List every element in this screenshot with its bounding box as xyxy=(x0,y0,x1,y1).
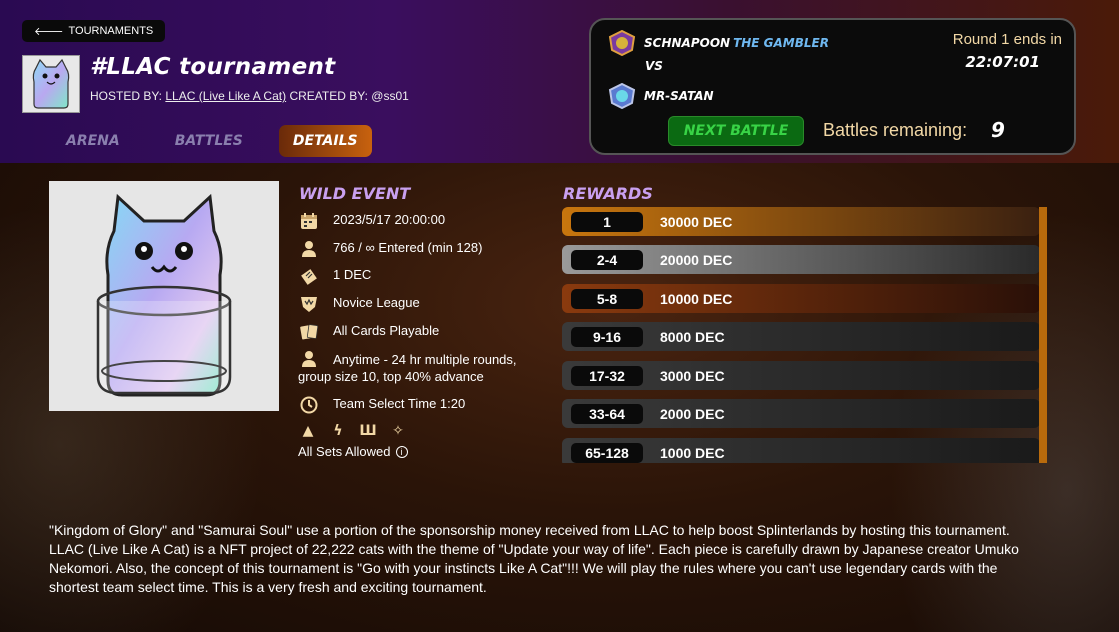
arrow-left-icon: 🡐 xyxy=(34,26,64,38)
tab-bar: ARENA BATTLES DETAILS xyxy=(47,125,389,157)
reward-amount: 10000 DEC xyxy=(660,290,733,307)
rewards-list: 1 30000 DEC 2-4 20000 DEC 5-8 10000 DEC … xyxy=(562,207,1048,463)
cards-icon xyxy=(299,323,319,341)
rewards-heading: REWARDS xyxy=(563,184,653,203)
reward-rank: 33-64 xyxy=(571,403,643,424)
team-select-text: Team Select Time 1:20 xyxy=(333,396,466,411)
host-link[interactable]: LLAC (Live Like A Cat) xyxy=(165,89,286,103)
alpha-set-icon: ▲ xyxy=(302,423,314,439)
reward-amount: 1000 DEC xyxy=(660,444,725,461)
beta-set-icon: ϟ xyxy=(333,423,343,439)
reward-amount: 3000 DEC xyxy=(660,367,725,384)
tournament-description: "Kingdom of Glory" and "Samurai Soul" us… xyxy=(49,522,1019,595)
player2-avatar-icon xyxy=(608,83,636,109)
reward-rank: 1 xyxy=(571,211,643,232)
person-icon xyxy=(299,240,319,258)
page-title: #LLAC tournament xyxy=(90,54,336,80)
round-timer: 22:07:01 xyxy=(965,53,1040,71)
reward-rank: 65-128 xyxy=(571,442,643,463)
reward-row: 9-16 8000 DEC xyxy=(562,322,1040,351)
tab-arena[interactable]: ARENA xyxy=(47,125,139,157)
battles-remaining-label: Battles remaining: xyxy=(823,120,968,140)
reward-row: 1 30000 DEC xyxy=(562,207,1040,236)
untamed-set-icon: Ш xyxy=(359,423,377,439)
reward-rank: 9-16 xyxy=(571,326,643,347)
details-heading: WILD EVENT xyxy=(299,184,411,203)
reward-rank: 5-8 xyxy=(571,288,643,309)
player1-name: SCHNAPOON xyxy=(644,36,731,50)
detail-team-select: Team Select Time 1:20 xyxy=(299,396,465,414)
format-text-line1: Anytime - 24 hr multiple rounds, xyxy=(333,352,517,367)
tournament-poster xyxy=(49,181,279,411)
cat-in-jar-image xyxy=(96,193,232,397)
reward-amount: 8000 DEC xyxy=(660,328,725,345)
created-by-label: CREATED BY: xyxy=(289,89,368,103)
sets-allowed: All Sets Allowed i xyxy=(298,444,408,459)
detail-league: Novice League xyxy=(299,295,420,313)
detail-entries: 766 / ∞ Entered (min 128) xyxy=(299,240,482,258)
league-badge-icon xyxy=(299,295,319,313)
round-status: Round 1 ends in xyxy=(952,31,1062,48)
creator-name: @ss01 xyxy=(371,89,409,103)
hosted-by-line: HOSTED BY: LLAC (Live Like A Cat) CREATE… xyxy=(90,89,409,103)
battles-remaining-count: 9 xyxy=(991,118,1005,142)
tab-details[interactable]: DETAILS xyxy=(278,125,372,157)
format-person-icon xyxy=(299,350,319,368)
sets-allowed-text: All Sets Allowed xyxy=(298,444,391,459)
detail-format-line2: group size 10, top 40% advance xyxy=(298,369,484,384)
back-label: TOURNAMENTS xyxy=(68,25,154,37)
entries-text: 766 / ∞ Entered (min 128) xyxy=(333,240,483,255)
hosted-by-label: HOSTED BY: xyxy=(90,89,163,103)
reward-rank: 17-32 xyxy=(571,365,643,386)
next-battle-button[interactable]: NEXT BATTLE xyxy=(668,116,804,146)
vs-label: VS xyxy=(645,59,663,73)
reward-amount: 20000 DEC xyxy=(660,251,733,268)
reward-row: 65-128 1000 DEC xyxy=(562,438,1040,463)
format-text-line2: group size 10, top 40% advance xyxy=(298,369,484,384)
detail-entry-fee: 1 DEC xyxy=(299,267,371,285)
player1-title: THE GAMBLER xyxy=(733,36,829,50)
tab-battles[interactable]: BATTLES xyxy=(156,125,262,157)
reward-rank: 2-4 xyxy=(571,249,643,270)
battle-panel: SCHNAPOON THE GAMBLER VS MR-SATAN Round 1… xyxy=(589,18,1076,155)
sets-icons: ▲ ϟ Ш ✧ xyxy=(300,422,406,440)
rewards-scrollbar[interactable] xyxy=(1039,207,1047,463)
back-to-tournaments-button[interactable]: 🡐 TOURNAMENTS xyxy=(22,20,166,42)
cards-text: All Cards Playable xyxy=(333,323,440,338)
detail-start-time: 2023/5/17 20:00:00 xyxy=(299,212,445,230)
reward-amount: 30000 DEC xyxy=(660,213,733,230)
start-time-text: 2023/5/17 20:00:00 xyxy=(333,212,446,227)
chaos-set-icon: ✧ xyxy=(392,423,404,439)
detail-cards: All Cards Playable xyxy=(299,323,439,341)
player1-row: SCHNAPOON THE GAMBLER xyxy=(608,30,829,56)
entry-fee-text: 1 DEC xyxy=(333,267,372,282)
reward-row: 5-8 10000 DEC xyxy=(562,284,1040,313)
info-icon[interactable]: i xyxy=(395,445,408,458)
detail-format: Anytime - 24 hr multiple rounds, xyxy=(299,350,517,369)
player2-row: MR-SATAN xyxy=(608,83,714,109)
reward-row: 33-64 2000 DEC xyxy=(562,399,1040,428)
league-text: Novice League xyxy=(333,295,420,310)
cat-logo-icon xyxy=(32,58,70,109)
ticket-icon xyxy=(299,267,319,285)
header: 🡐 TOURNAMENTS #LLAC tournament HOSTED BY… xyxy=(0,0,1119,163)
clock-icon xyxy=(299,396,319,414)
reward-row: 2-4 20000 DEC xyxy=(562,245,1040,274)
player2-name: MR-SATAN xyxy=(644,89,714,103)
calendar-icon xyxy=(299,212,319,230)
reward-row: 17-32 3000 DEC xyxy=(562,361,1040,390)
reward-amount: 2000 DEC xyxy=(660,405,725,422)
tournament-avatar xyxy=(22,55,80,113)
player1-avatar-icon xyxy=(608,30,636,56)
